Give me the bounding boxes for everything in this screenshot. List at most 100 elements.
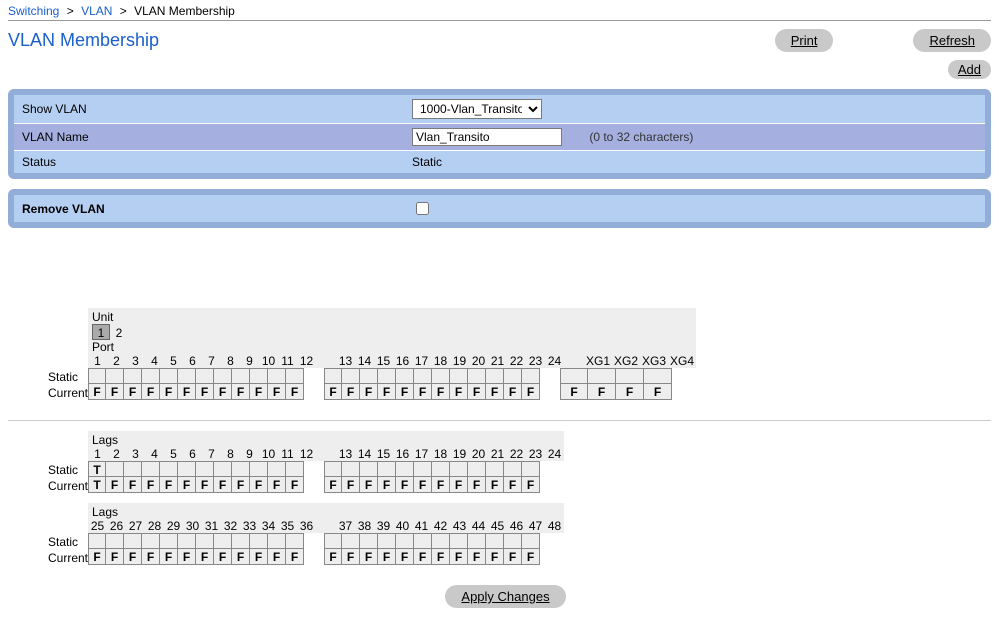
port-static-cell[interactable] [468, 368, 486, 384]
port-header-cell: 15 [374, 447, 393, 461]
port-static-cell[interactable] [432, 461, 450, 477]
refresh-button[interactable]: Refresh [913, 29, 991, 52]
port-static-cell[interactable] [160, 533, 178, 549]
port-static-cell[interactable] [522, 533, 540, 549]
port-static-cell[interactable] [414, 461, 432, 477]
port-static-cell[interactable] [196, 461, 214, 477]
port-static-cell[interactable] [106, 533, 124, 549]
port-header-cell: 24 [545, 354, 564, 368]
unit-selector[interactable]: 2 [110, 326, 128, 340]
port-static-cell[interactable] [88, 533, 106, 549]
port-static-cell[interactable] [342, 368, 360, 384]
port-static-cell[interactable] [450, 461, 468, 477]
port-static-cell[interactable] [250, 533, 268, 549]
port-static-cell[interactable] [486, 461, 504, 477]
port-static-cell[interactable] [196, 533, 214, 549]
current-row-label: Current [48, 549, 88, 565]
port-header-cell: 40 [393, 519, 412, 533]
port-static-cell[interactable] [378, 533, 396, 549]
port-static-cell[interactable] [616, 368, 644, 384]
port-static-cell[interactable] [214, 461, 232, 477]
unit-selector[interactable]: 1 [92, 324, 110, 340]
show-vlan-select[interactable]: 1000-Vlan_Transito [412, 99, 542, 119]
add-button[interactable]: Add [948, 60, 991, 79]
port-static-cell[interactable] [414, 368, 432, 384]
port-static-cell[interactable] [232, 461, 250, 477]
port-static-cell[interactable] [324, 461, 342, 477]
port-static-cell[interactable] [268, 368, 286, 384]
port-static-cell[interactable] [142, 533, 160, 549]
port-static-cell[interactable] [378, 368, 396, 384]
port-current-cell: F [178, 549, 196, 565]
port-static-cell[interactable] [468, 533, 486, 549]
port-static-cell[interactable] [196, 368, 214, 384]
port-static-cell[interactable] [468, 461, 486, 477]
port-static-cell[interactable] [286, 461, 304, 477]
vlan-name-input[interactable] [412, 128, 562, 146]
port-static-cell[interactable] [342, 461, 360, 477]
port-static-cell[interactable] [504, 533, 522, 549]
port-static-cell[interactable] [396, 533, 414, 549]
print-button[interactable]: Print [775, 29, 834, 52]
port-static-cell[interactable] [396, 368, 414, 384]
port-static-cell[interactable] [324, 533, 342, 549]
port-block: Lags252627282930313233343536373839404142… [48, 503, 564, 565]
port-static-cell[interactable] [324, 368, 342, 384]
port-static-cell[interactable] [232, 533, 250, 549]
port-static-cell[interactable] [414, 533, 432, 549]
port-header-cell: 12 [297, 354, 316, 368]
port-static-cell[interactable] [124, 533, 142, 549]
port-static-cell[interactable] [178, 461, 196, 477]
remove-vlan-checkbox[interactable] [416, 202, 429, 215]
port-static-cell[interactable] [522, 461, 540, 477]
port-static-cell[interactable] [522, 368, 540, 384]
port-static-cell[interactable] [432, 533, 450, 549]
port-static-cell[interactable] [342, 533, 360, 549]
port-static-cell[interactable] [124, 461, 142, 477]
port-static-cell[interactable] [504, 461, 522, 477]
port-static-cell[interactable] [214, 533, 232, 549]
port-static-cell[interactable] [432, 368, 450, 384]
port-static-cell[interactable] [250, 461, 268, 477]
port-static-cell[interactable] [450, 368, 468, 384]
port-static-cell[interactable] [124, 368, 142, 384]
port-static-cell[interactable] [268, 461, 286, 477]
port-header-cell: 10 [259, 447, 278, 461]
port-static-cell[interactable] [232, 368, 250, 384]
port-static-cell[interactable]: T [88, 461, 106, 477]
port-static-cell[interactable] [560, 368, 588, 384]
breadcrumb-vlan[interactable]: VLAN [81, 4, 112, 18]
port-static-cell[interactable] [504, 368, 522, 384]
port-static-cell[interactable] [178, 368, 196, 384]
port-static-cell[interactable] [396, 461, 414, 477]
port-static-cell[interactable] [486, 533, 504, 549]
port-static-cell[interactable] [286, 533, 304, 549]
apply-changes-button[interactable]: Apply Changes [445, 585, 565, 608]
port-static-cell[interactable] [360, 461, 378, 477]
port-static-cell[interactable] [160, 368, 178, 384]
port-static-cell[interactable] [360, 533, 378, 549]
port-static-cell[interactable] [378, 461, 396, 477]
port-static-cell[interactable] [178, 533, 196, 549]
port-static-cell[interactable] [250, 368, 268, 384]
port-current-cell: F [432, 477, 450, 493]
port-static-cell[interactable] [286, 368, 304, 384]
port-header-cell: 2 [107, 447, 126, 461]
port-header-cell: 44 [469, 519, 488, 533]
port-static-cell[interactable] [644, 368, 672, 384]
port-static-cell[interactable] [360, 368, 378, 384]
port-static-cell[interactable] [106, 368, 124, 384]
port-static-cell[interactable] [142, 461, 160, 477]
port-static-cell[interactable] [486, 368, 504, 384]
port-header-cell: 6 [183, 447, 202, 461]
port-static-cell[interactable] [588, 368, 616, 384]
port-static-cell[interactable] [268, 533, 286, 549]
port-static-cell[interactable] [160, 461, 178, 477]
port-static-cell[interactable] [214, 368, 232, 384]
breadcrumb-switching[interactable]: Switching [8, 4, 59, 18]
port-static-cell[interactable] [106, 461, 124, 477]
port-static-cell[interactable] [142, 368, 160, 384]
port-static-cell[interactable] [88, 368, 106, 384]
port-static-cell[interactable] [450, 533, 468, 549]
static-row-label: Static [48, 461, 88, 477]
